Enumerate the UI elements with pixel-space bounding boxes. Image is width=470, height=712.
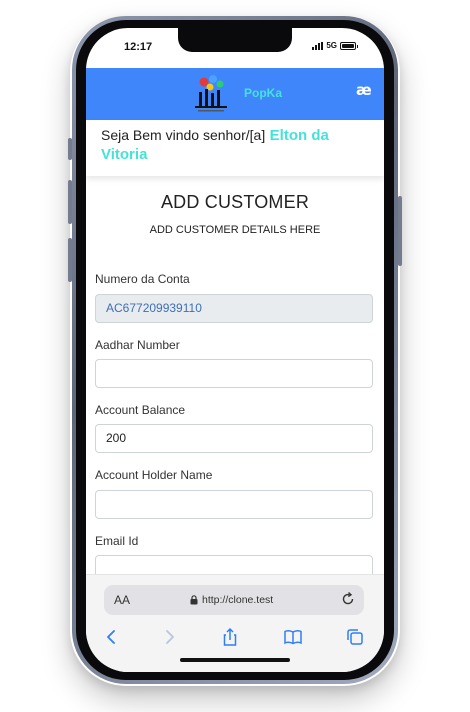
reload-icon[interactable] <box>340 591 356 607</box>
menu-lines-icon <box>373 88 380 99</box>
home-indicator[interactable] <box>180 658 290 662</box>
page-subtitle: ADD CUSTOMER DETAILS HERE <box>149 224 321 236</box>
aadhar-field[interactable] <box>95 359 373 388</box>
lock-icon <box>190 595 198 605</box>
welcome-greeting: Seja Bem vindo senhor/[a] <box>101 127 266 143</box>
aadhar-label: Aadhar Number <box>95 338 180 352</box>
page-title: ADD CUSTOMER <box>160 192 310 212</box>
hamburger-logo-icon: æ <box>356 81 372 99</box>
balance-label: Account Balance <box>95 403 186 417</box>
status-time: 12:17 <box>124 41 153 53</box>
holder-name-field[interactable] <box>95 490 373 519</box>
tabs-icon[interactable] <box>345 627 365 647</box>
status-indicators: 5G <box>312 41 358 50</box>
network-type: 5G <box>326 41 337 50</box>
back-icon[interactable] <box>102 627 122 647</box>
holder-name-label: Account Holder Name <box>95 468 213 482</box>
phone-screen: 12:17 5G PopKa æ Seja Bem vindo senhor/[… <box>86 28 384 672</box>
power-button <box>398 196 402 266</box>
account-number-field[interactable]: AC677209939110 <box>95 294 373 323</box>
menu-toggle-button[interactable]: æ <box>356 82 380 102</box>
app-navbar: PopKa æ <box>86 68 384 120</box>
share-icon[interactable] <box>220 627 240 647</box>
welcome-banner: Seja Bem vindo senhor/[a] Elton da Vitor… <box>86 120 384 176</box>
battery-icon <box>340 41 358 50</box>
bookmarks-icon[interactable] <box>283 627 303 647</box>
forward-icon[interactable] <box>159 627 179 647</box>
balance-field[interactable]: 200 <box>95 424 373 453</box>
url-display[interactable]: http://clone.test <box>190 594 273 606</box>
brand-name[interactable]: PopKa <box>244 86 282 100</box>
brand-logo[interactable] <box>190 74 232 114</box>
text-size-button[interactable]: AA <box>114 593 130 607</box>
signal-icon <box>312 41 324 50</box>
email-label: Email Id <box>95 534 139 548</box>
url-text: http://clone.test <box>202 594 274 606</box>
account-number-label: Numero da Conta <box>95 272 190 286</box>
text-size-label: AA <box>114 593 131 607</box>
address-bar[interactable]: AA http://clone.test <box>104 585 364 615</box>
notch <box>178 28 292 52</box>
